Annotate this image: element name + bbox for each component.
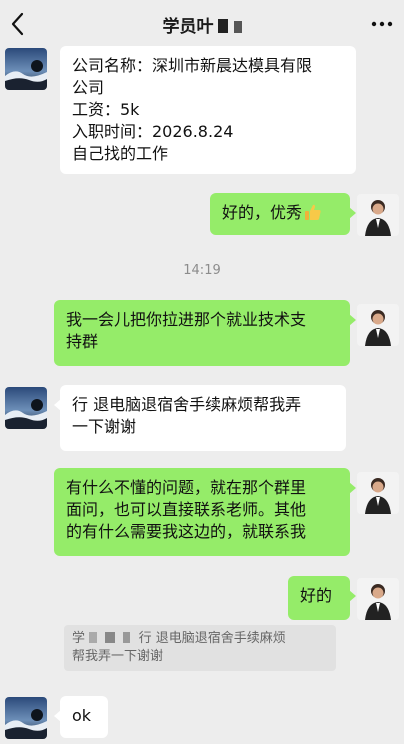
chat-title: 学员叶 — [0, 12, 404, 37]
message-bubble[interactable]: 公司名称：深圳市新晨达模具有限 公司 工资：5k 入职时间：2026.8.24 … — [60, 46, 356, 174]
self-avatar[interactable] — [357, 472, 399, 514]
redaction-block — [105, 632, 116, 643]
message-bubble[interactable]: 行 退电脑退宿舍手续麻烦帮我弄 一下谢谢 — [54, 385, 346, 451]
message-text: 好的，优秀 — [222, 203, 303, 222]
message-text: 好的 — [300, 586, 333, 605]
message-bubble[interactable]: 我一会儿把你拉进那个就业技术支 持群 — [54, 300, 356, 366]
more-dots-icon[interactable] — [370, 14, 394, 34]
message-text: ok — [72, 706, 92, 725]
message-text: 一下谢谢 — [72, 417, 137, 436]
message-text: 面问，也可以直接联系老师。其他 — [66, 500, 307, 519]
message-bubble[interactable]: 好的，优秀 — [210, 193, 356, 235]
redaction-block — [217, 19, 228, 33]
redaction-block — [233, 21, 242, 33]
message-text: 公司 — [72, 78, 105, 97]
chat-header: 学员叶 — [0, 0, 404, 48]
self-avatar[interactable] — [357, 194, 399, 236]
self-avatar[interactable] — [357, 304, 399, 346]
message-text: 的有什么需要我这边的，就联系我 — [66, 522, 307, 541]
quote-line: 学 行 退电脑退宿舍手续麻烦 — [72, 630, 328, 648]
quoted-message[interactable]: 学 行 退电脑退宿舍手续麻烦 帮我弄一下谢谢 — [64, 625, 336, 671]
message-text: 行 退电脑退宿舍手续麻烦帮我弄 — [72, 395, 302, 414]
self-avatar[interactable] — [357, 578, 399, 620]
message-bubble[interactable]: ok — [54, 696, 108, 738]
contact-avatar[interactable] — [5, 48, 47, 90]
message-timestamp: 14:19 — [183, 263, 221, 278]
message-text: 持群 — [66, 332, 99, 351]
quote-author: 学 — [72, 631, 86, 646]
redaction-block — [89, 632, 98, 643]
message-text: 公司名称：深圳市新晨达模具有限 — [72, 56, 313, 75]
message-text: 有什么不懂的问题，就在那个群里 — [66, 478, 307, 497]
message-text: 入职时间：2026.8.24 — [72, 122, 234, 141]
message-text: 我一会儿把你拉进那个就业技术支 — [66, 310, 307, 329]
redaction-block — [123, 632, 131, 643]
message-bubble[interactable]: 有什么不懂的问题，就在那个群里 面问，也可以直接联系老师。其他 的有什么需要我这… — [54, 468, 356, 556]
quote-text: 帮我弄一下谢谢 — [72, 649, 164, 664]
contact-name: 学员叶 — [162, 17, 214, 37]
contact-avatar[interactable] — [5, 697, 47, 739]
message-text: 工资：5k — [72, 100, 140, 119]
quote-text: 行 退电脑退宿舍手续麻烦 — [138, 631, 286, 646]
message-text: 自己找的工作 — [72, 144, 169, 163]
message-bubble[interactable]: 好的 — [288, 576, 356, 620]
thumbs-up-icon — [305, 204, 321, 220]
contact-avatar[interactable] — [5, 387, 47, 429]
